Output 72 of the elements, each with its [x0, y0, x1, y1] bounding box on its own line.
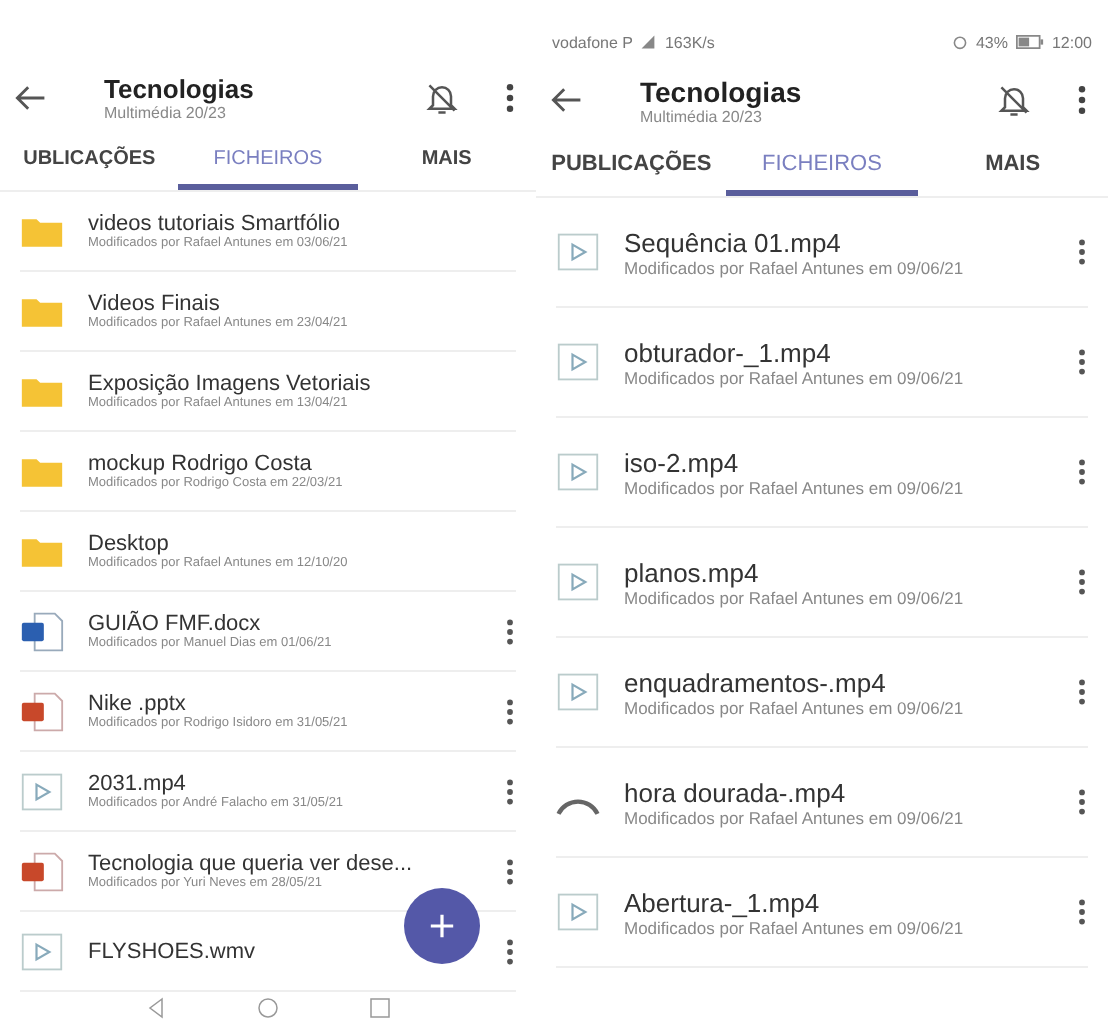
file-name[interactable]: iso-2.mp4 — [624, 447, 964, 477]
file-details: Modificados por Rafael Antunes em 09/06/21 — [624, 697, 964, 717]
clock-time: 12:00 — [1051, 33, 1092, 51]
more-options-icon[interactable] — [1076, 82, 1088, 118]
file-name[interactable]: GUIÃO FMF.docx — [88, 612, 332, 637]
video-file-icon — [20, 769, 64, 814]
video-file-icon — [556, 560, 600, 604]
file-name[interactable]: mockup Rodrigo Costa — [88, 452, 343, 477]
battery-percent: 43% — [975, 33, 1008, 51]
carrier-name: vodafone P — [552, 33, 633, 51]
file-name[interactable]: Sequência 01.mp4 — [624, 227, 964, 257]
plus-icon — [426, 910, 458, 942]
video-file-icon — [556, 230, 600, 274]
channel-title: Tecnologias — [640, 75, 804, 107]
tab[interactable]: UBLICAÇÕES — [0, 132, 179, 191]
add-button[interactable] — [404, 888, 480, 964]
tab[interactable]: PUBLICAÇÕES — [536, 136, 727, 196]
presentation-icon — [20, 849, 64, 894]
back-triangle-icon[interactable] — [144, 996, 168, 1021]
tab[interactable]: FICHEIROS — [726, 136, 918, 196]
file-name[interactable]: Videos Finais — [88, 292, 348, 317]
channel-subtitle: Multimédia 20/23 — [640, 107, 762, 125]
more-options-icon[interactable] — [504, 615, 516, 648]
tab[interactable]: MAIS — [357, 132, 536, 191]
battery-icon — [1015, 34, 1044, 50]
file-name[interactable]: Desktop — [88, 532, 348, 557]
tab[interactable]: FICHEIROS — [178, 132, 358, 191]
tab[interactable]: MAIS — [917, 136, 1108, 196]
video-file-icon — [20, 929, 64, 974]
file-details: Modificados por Rafael Antunes em 09/06/21 — [624, 917, 964, 937]
file-name[interactable]: videos tutoriais Smartfólio — [88, 212, 348, 237]
alarm-icon — [951, 34, 968, 50]
bell-off-icon[interactable] — [996, 82, 1032, 118]
file-details: Modificados por Rafael Antunes em 09/06/21 — [624, 477, 964, 497]
more-options-icon[interactable] — [1076, 566, 1088, 598]
bell-off-icon[interactable] — [424, 79, 460, 116]
more-options-icon[interactable] — [1076, 786, 1088, 818]
file-details: Modificados por Rafael Antunes em 09/06/21 — [624, 367, 964, 387]
signal-icon — [640, 34, 657, 50]
presentation-icon — [20, 689, 64, 734]
more-options-icon[interactable] — [1076, 896, 1088, 928]
video-file-icon — [556, 450, 600, 494]
channel-subtitle: Multimédia 20/23 — [104, 103, 226, 122]
file-details: Modificados por Rafael Antunes em 09/06/21 — [624, 257, 964, 277]
home-circle-icon[interactable] — [256, 996, 280, 1021]
file-name[interactable]: Nike .pptx — [88, 692, 348, 717]
more-options-icon[interactable] — [504, 695, 516, 728]
file-name[interactable]: planos.mp4 — [624, 557, 964, 587]
file-name[interactable]: enquadramentos-.mp4 — [624, 667, 964, 697]
file-name[interactable]: Abertura-_1.mp4 — [624, 887, 964, 917]
file-name[interactable]: Exposição Imagens Vetoriais — [88, 372, 371, 397]
video-file-icon — [556, 670, 600, 714]
video-file-icon — [556, 340, 600, 384]
file-name[interactable]: hora dourada-.mp4 — [624, 777, 964, 807]
file-name[interactable]: FLYSHOES.wmv — [88, 939, 256, 964]
document-icon — [20, 609, 64, 654]
more-options-icon[interactable] — [1076, 346, 1088, 378]
more-options-icon[interactable] — [1076, 456, 1088, 488]
more-options-icon[interactable] — [504, 79, 516, 116]
file-name[interactable]: Tecnologia que queria ver dese... — [88, 852, 413, 877]
network-speed: 163K/s — [664, 33, 715, 51]
more-options-icon[interactable] — [1076, 676, 1088, 708]
more-options-icon[interactable] — [504, 935, 516, 968]
file-details: Modificados por Rafael Antunes em 09/06/21 — [624, 807, 964, 827]
file-name[interactable]: 2031.mp4 — [88, 772, 344, 797]
more-options-icon[interactable] — [504, 775, 516, 808]
video-file-icon — [556, 890, 600, 934]
file-name[interactable]: obturador-_1.mp4 — [624, 337, 964, 367]
more-options-icon[interactable] — [504, 855, 516, 888]
channel-title: Tecnologias — [104, 73, 256, 104]
more-options-icon[interactable] — [1076, 236, 1088, 268]
file-details: Modificados por Rafael Antunes em 09/06/21 — [624, 587, 964, 607]
